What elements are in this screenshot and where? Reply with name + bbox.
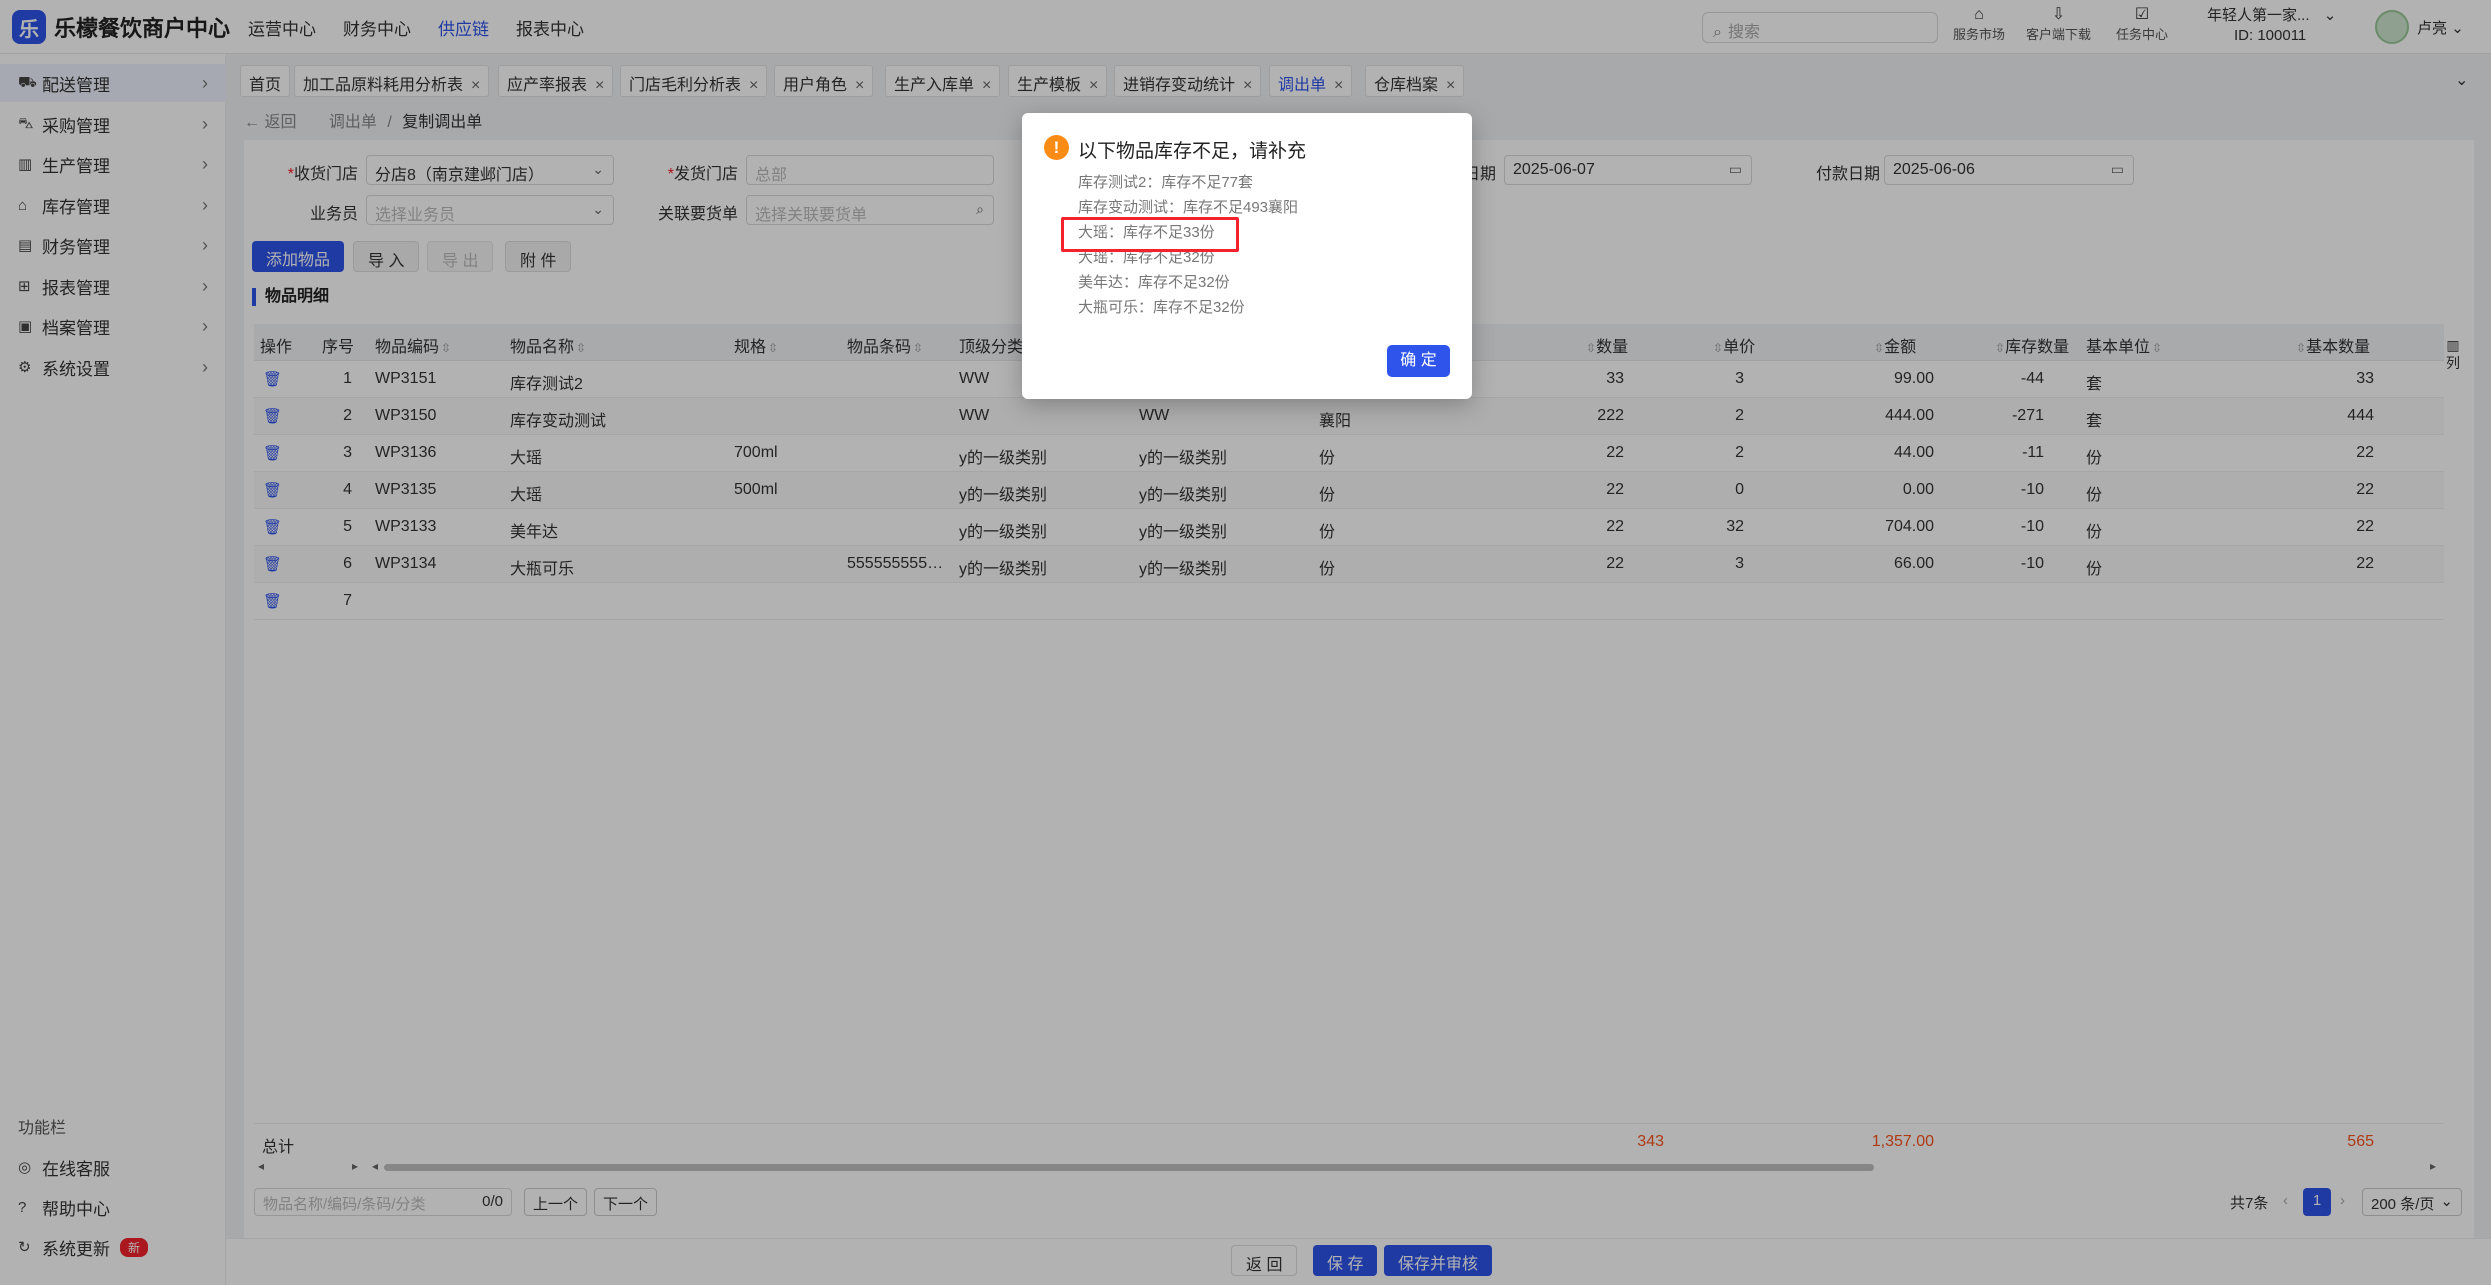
highlight-box	[1061, 217, 1239, 252]
shortage-line: 大瓶可乐：库存不足32份	[1078, 299, 1245, 316]
shortage-line: 美年达：库存不足32份	[1078, 274, 1230, 291]
dialog-title: 以下物品库存不足，请补充	[1078, 141, 1307, 162]
shortage-line: 库存测试2：库存不足77套	[1078, 174, 1254, 191]
confirm-button[interactable]: 确 定	[1387, 345, 1450, 377]
stock-shortage-dialog: ! 以下物品库存不足，请补充 库存测试2：库存不足77套 库存变动测试：库存不足…	[1022, 113, 1472, 399]
warning-icon: !	[1044, 135, 1069, 160]
shortage-line: 库存变动测试：库存不足493襄阳	[1078, 199, 1299, 216]
